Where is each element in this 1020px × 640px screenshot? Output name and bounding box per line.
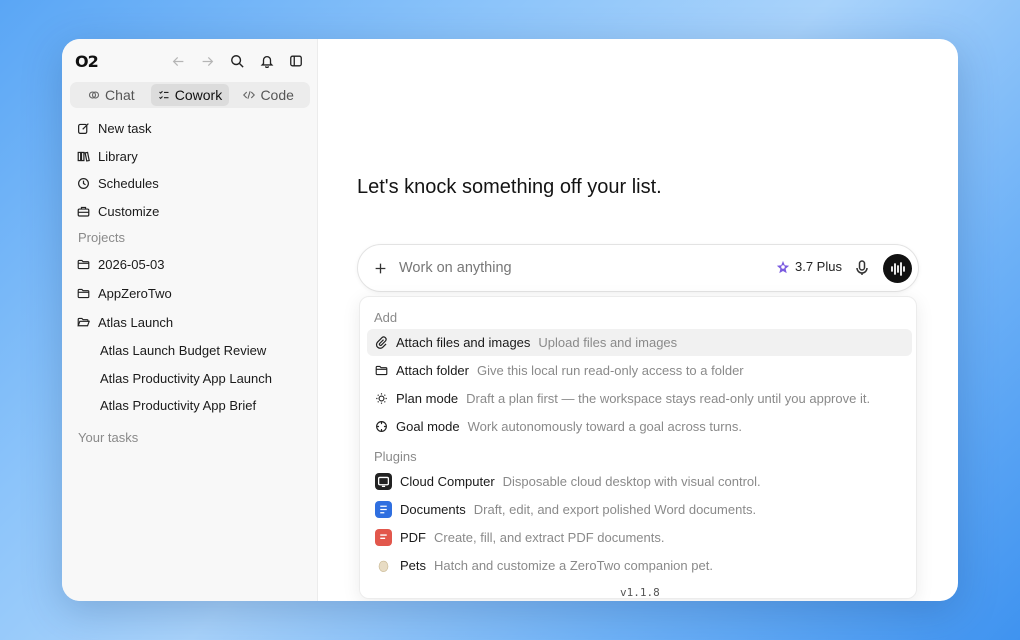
menu-item-desc: Work autonomously toward a goal across t… [467, 419, 742, 434]
menu-item-desc: Give this local run read-only access to … [477, 363, 744, 378]
chat-icon [88, 91, 100, 99]
pdf-icon [375, 529, 392, 546]
sidebar-item-new-task[interactable]: New task [70, 115, 310, 143]
menu-item-title: Plan mode [396, 391, 459, 406]
forward-arrow-icon[interactable] [196, 50, 218, 72]
tab-label: Chat [105, 87, 135, 103]
app-window: O2 Chat Cowork Code New task Library Sch… [62, 39, 958, 601]
library-icon [77, 151, 90, 162]
bell-icon[interactable] [256, 50, 278, 72]
menu-item-title: Pets [400, 558, 427, 573]
waveform-icon [890, 261, 905, 276]
voice-mode-button[interactable] [883, 254, 912, 283]
model-logo-icon [776, 260, 790, 273]
menu-item-desc: Draft, edit, and export polished Word do… [473, 502, 757, 517]
menu-item-documents[interactable]: Documents Draft, edit, and export polish… [367, 496, 912, 523]
menu-item-attach-folder[interactable]: Attach folder Give this local run read-o… [367, 357, 912, 384]
sidebar-item-label: Library [98, 148, 138, 164]
version-label: v1.1.8 [618, 586, 662, 599]
menu-item-desc: Upload files and images [538, 335, 678, 350]
composer[interactable]: Work on anything 3.7 Plus [357, 244, 919, 292]
project-task-item[interactable]: Atlas Launch Budget Review [70, 337, 310, 365]
tab-chat[interactable]: Chat [72, 84, 151, 106]
menu-item-desc: Disposable cloud desktop with visual con… [502, 474, 761, 489]
menu-item-title: Documents [400, 502, 466, 517]
code-icon [243, 91, 256, 99]
sidebar-item-library[interactable]: Library [70, 143, 310, 171]
edit-icon [78, 123, 89, 135]
app-logo[interactable]: O2 [75, 52, 99, 71]
menu-item-title: Cloud Computer [400, 474, 495, 489]
projects-heading: Projects [78, 230, 125, 245]
cloud-computer-icon [375, 473, 392, 490]
microphone-icon[interactable] [854, 259, 872, 277]
folder-icon [375, 365, 388, 376]
project-task-item[interactable]: Atlas Productivity App Brief [70, 392, 310, 420]
clock-icon [78, 178, 89, 190]
model-selector[interactable]: 3.7 Plus [776, 259, 842, 274]
tab-label: Code [260, 87, 294, 103]
menu-section-plugins: Plugins [374, 449, 417, 464]
sidebar: O2 Chat Cowork Code New task Library Sch… [62, 39, 318, 601]
sidebar-topbar: O2 [75, 50, 307, 72]
briefcase-icon [77, 206, 90, 217]
menu-item-title: Attach folder [396, 363, 469, 378]
folder-icon [77, 288, 90, 299]
project-item-atlas-launch[interactable]: Atlas Launch [70, 308, 310, 337]
search-icon[interactable] [226, 50, 248, 72]
menu-item-attach-files[interactable]: Attach files and images Upload files and… [367, 329, 912, 356]
menu-item-title: Goal mode [396, 419, 460, 434]
project-item-2026-05-03[interactable]: 2026-05-03 [70, 250, 310, 279]
back-arrow-icon[interactable] [167, 50, 189, 72]
sidebar-item-schedules[interactable]: Schedules [70, 170, 310, 198]
lightbulb-icon [376, 393, 387, 404]
project-list: 2026-05-03 AppZeroTwo Atlas Launch Atlas… [70, 250, 310, 420]
menu-item-desc: Create, fill, and extract PDF documents. [434, 530, 665, 545]
sidebar-item-label: Customize [98, 203, 160, 219]
composer-menu: Add Attach files and images Upload files… [359, 296, 917, 599]
mode-tabs: Chat Cowork Code [70, 82, 310, 108]
menu-item-pets[interactable]: Pets Hatch and customize a ZeroTwo compa… [367, 552, 912, 579]
folder-icon [77, 259, 90, 270]
plus-icon[interactable] [371, 259, 389, 277]
menu-item-goal-mode[interactable]: Goal mode Work autonomously toward a goa… [367, 413, 912, 440]
project-item-appzerotwo[interactable]: AppZeroTwo [70, 279, 310, 308]
sidebar-item-customize[interactable]: Customize [70, 198, 310, 226]
menu-item-pdf[interactable]: PDF Create, fill, and extract PDF docume… [367, 524, 912, 551]
target-icon [376, 421, 387, 432]
composer-input[interactable]: Work on anything [399, 260, 512, 276]
sidebar-toggle-icon[interactable] [285, 50, 307, 72]
sidebar-item-label: Schedules [98, 176, 159, 192]
model-name: 3.7 Plus [795, 259, 842, 274]
menu-item-cloud-computer[interactable]: Cloud Computer Disposable cloud desktop … [367, 468, 912, 495]
menu-item-title: Attach files and images [396, 335, 531, 350]
main-panel: Let's knock something off your list. Wor… [318, 39, 958, 601]
tab-cowork[interactable]: Cowork [150, 84, 230, 106]
menu-section-add: Add [374, 310, 398, 325]
page-title: Let's knock something off your list. [357, 176, 662, 198]
menu-item-desc: Draft a plan first — the workspace stays… [466, 391, 871, 406]
project-label: AppZeroTwo [98, 286, 172, 301]
project-label: Atlas Launch [98, 315, 174, 330]
paperclip-icon [375, 336, 387, 349]
menu-item-title: PDF [400, 530, 426, 545]
egg-icon [375, 557, 392, 574]
menu-item-desc: Hatch and customize a ZeroTwo companion … [434, 558, 713, 573]
folder-open-icon [77, 317, 90, 327]
your-tasks-heading: Your tasks [78, 430, 139, 445]
sidebar-item-label: New task [98, 121, 152, 137]
menu-item-plan-mode[interactable]: Plan mode Draft a plan first — the works… [367, 385, 912, 412]
checklist-icon [158, 90, 169, 100]
document-icon [375, 501, 392, 518]
project-task-item[interactable]: Atlas Productivity App Launch [70, 365, 310, 393]
project-label: 2026-05-03 [98, 257, 165, 272]
tab-label: Cowork [174, 87, 223, 103]
tab-code[interactable]: Code [229, 84, 308, 106]
sidebar-nav: New task Library Schedules Customize [70, 115, 310, 225]
